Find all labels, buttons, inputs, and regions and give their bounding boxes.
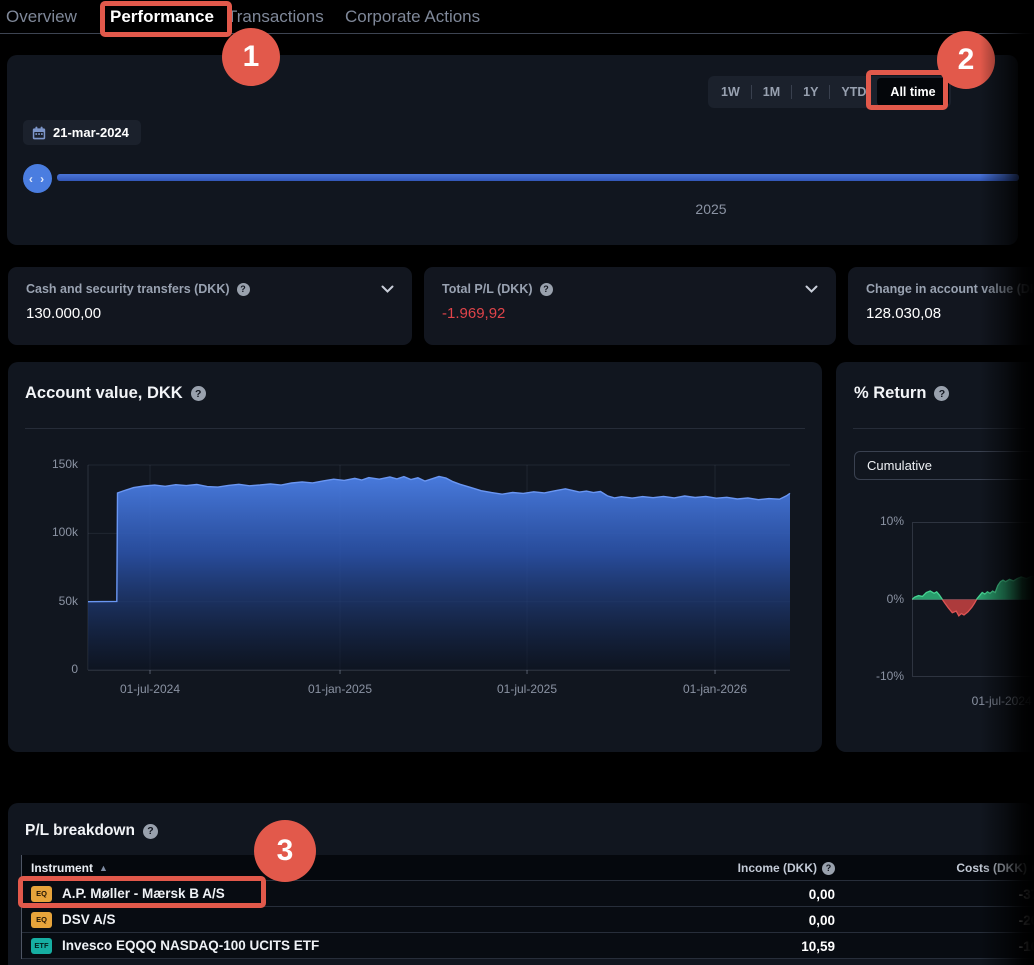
instrument-header-label: Instrument [31,861,93,875]
tab-transactions[interactable]: Transactions [227,7,324,27]
range-1m-button[interactable]: 1M [752,78,791,106]
pl-breakdown-title: P/L breakdown [25,822,135,840]
start-date-label: 21-mar-2024 [53,125,129,140]
card-cash-transfers: Cash and security transfers (DKK) ? 130.… [8,267,412,345]
return-chart-title: % Return [854,384,926,403]
x-tick-label: 01-jan-2025 [294,682,386,696]
etf-type-badge: ETF [31,938,52,954]
calendar-icon [32,126,46,140]
card-value: 130.000,00 [26,305,394,322]
sort-ascending-icon: ▲ [99,863,108,873]
account-chart-title: Account value, DKK [25,384,183,403]
card-value: -1.969,92 [442,305,818,322]
help-icon[interactable]: ? [934,386,949,401]
chevron-down-icon[interactable] [805,285,818,293]
annotation-step-2-badge: 2 [937,31,995,89]
card-total-pl: Total P/L (DKK) ? -1.969,92 [424,267,836,345]
y-tick-label: 0% [850,592,904,606]
instrument-name: Invesco EQQQ NASDAQ-100 UCITS ETF [62,938,319,953]
percent-return-area-chart [912,522,1034,677]
income-cell: 10,59 [801,933,835,959]
x-tick-label: 01-jul-2024 [104,682,196,696]
y-tick-label: 150k [24,457,78,471]
timeline-slider-track[interactable] [57,174,1019,181]
y-tick-label: 100k [24,525,78,539]
tab-overview[interactable]: Overview [6,7,77,27]
equity-type-badge: EQ [31,912,52,928]
costs-cell: -20,75 [1019,907,1034,933]
chevron-down-icon[interactable] [381,285,394,293]
account-value-panel: Account value, DKK ? 150k 100k 50k 0 01-jul… [8,362,822,752]
income-cell: 0,00 [809,907,835,933]
income-header-label: Income (DKK) [738,861,817,875]
account-value-area-chart [88,465,790,670]
column-header-instrument[interactable]: Instrument ▲ [31,861,108,875]
costs-cell: -16,24 [1019,933,1034,959]
divider [853,428,1025,429]
help-icon[interactable]: ? [143,824,158,839]
annotation-box-performance-tab [100,1,232,37]
x-tick-label: 01-jul-2024 [956,694,1034,708]
y-tick-label: 10% [850,514,904,528]
timeline-year-label: 2025 [671,201,751,217]
column-header-income[interactable]: Income (DKK) ? [738,855,835,881]
return-mode-value: Cumulative [867,458,932,473]
column-header-costs[interactable]: Costs (DKK) ? [956,855,1034,881]
income-cell: 0,00 [809,881,835,907]
help-icon[interactable]: ? [237,283,250,296]
performance-screen: Overview Performance Transactions Corpor… [0,0,1034,965]
range-1y-button[interactable]: 1Y [792,78,829,106]
x-tick-label: 01-jan-2026 [669,682,761,696]
table-row-invesco-eqqq[interactable]: ETF Invesco EQQQ NASDAQ-100 UCITS ETF 10… [22,933,1034,959]
card-label: Total P/L (DKK) [442,282,533,296]
y-tick-label: 50k [24,594,78,608]
annotation-step-1-badge: 1 [222,28,280,86]
costs-header-label: Costs (DKK) [956,861,1027,875]
annotation-box-all-time [866,70,948,110]
range-1w-button[interactable]: 1W [710,78,751,106]
help-icon[interactable]: ? [191,386,206,401]
return-mode-dropdown[interactable]: Cumulative [854,451,1034,480]
card-value: 128.030,08 [866,305,1030,322]
y-tick-label: -10% [850,669,904,683]
instrument-name: DSV A/S [62,912,116,927]
card-label: Cash and security transfers (DKK) [26,282,230,296]
costs-cell: -37,23 [1019,881,1034,907]
start-date-badge[interactable]: 21-mar-2024 [23,120,141,145]
tab-corporate-actions[interactable]: Corporate Actions [345,7,480,27]
help-icon[interactable]: ? [822,862,835,875]
y-tick-label: 0 [24,662,78,676]
annotation-box-maersk-row [18,876,266,908]
help-icon[interactable]: ? [540,283,553,296]
annotation-step-3-badge: 3 [254,820,316,882]
card-change-account-value: Change in account value (DKK) 128.030,08 [848,267,1034,345]
x-tick-label: 01-jul-2025 [481,682,573,696]
divider [25,428,805,429]
percent-return-panel: % Return ? Cumulative 10% 0% -10% 01-jul-2… [836,362,1034,752]
table-row-dsv[interactable]: EQ DSV A/S 0,00 -20,75 [22,907,1034,933]
timeline-slider-handle[interactable]: ‹ › [23,164,52,193]
card-label: Change in account value (DKK) [866,282,1034,296]
